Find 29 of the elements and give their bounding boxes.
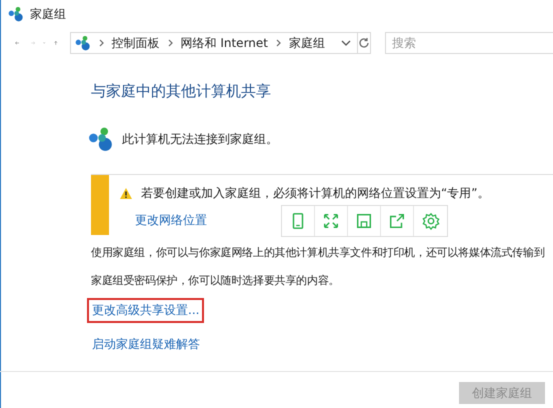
chevron-right-icon bbox=[98, 39, 104, 47]
homegroup-icon bbox=[74, 35, 91, 51]
homegroup-icon bbox=[88, 126, 114, 152]
page-heading: 与家庭中的其他计算机共享 bbox=[91, 82, 272, 102]
breadcrumb[interactable]: 控制面板 bbox=[112, 34, 160, 52]
save-icon bbox=[355, 212, 373, 230]
homegroup-icon bbox=[8, 6, 24, 22]
chevron-down-icon[interactable] bbox=[340, 40, 351, 46]
chevron-right-icon bbox=[276, 39, 281, 47]
breadcrumb[interactable]: 家庭组 bbox=[288, 34, 325, 52]
warning-text: 若要创建或加入家庭组，必须将计算机的网络位置设置为“专用”。 bbox=[141, 185, 490, 202]
window-title: 家庭组 bbox=[30, 6, 66, 22]
change-network-location-link[interactable]: 更改网络位置 bbox=[135, 212, 207, 229]
warning-icon bbox=[119, 187, 133, 200]
chevron-right-icon bbox=[168, 39, 173, 47]
warning-stripe bbox=[91, 175, 109, 235]
expand-icon bbox=[322, 212, 340, 230]
description-text: 家庭组受密码保护，你可以随时选择要共享的内容。 bbox=[91, 273, 340, 288]
status-text: 此计算机无法连接到家庭组。 bbox=[122, 130, 278, 148]
settings-icon bbox=[422, 212, 440, 230]
search-field[interactable]: 搜索 bbox=[384, 32, 553, 54]
refresh-icon bbox=[358, 37, 370, 49]
settings-link[interactable]: 更改高级共享设置... bbox=[87, 298, 204, 323]
settings-link[interactable]: 启动家庭组疑难解答 bbox=[87, 332, 205, 357]
breadcrumb[interactable]: 网络和 Internet bbox=[180, 34, 268, 52]
share-icon bbox=[388, 212, 406, 230]
refresh-button[interactable] bbox=[356, 32, 371, 54]
address-bar[interactable]: 控制面板 网络和 Internet 家庭组 bbox=[70, 32, 358, 54]
description-text: 使用家庭组，你可以与你家庭网络上的其他计算机共享文件和打印机，还可以将媒体流式传输到 bbox=[91, 245, 546, 260]
